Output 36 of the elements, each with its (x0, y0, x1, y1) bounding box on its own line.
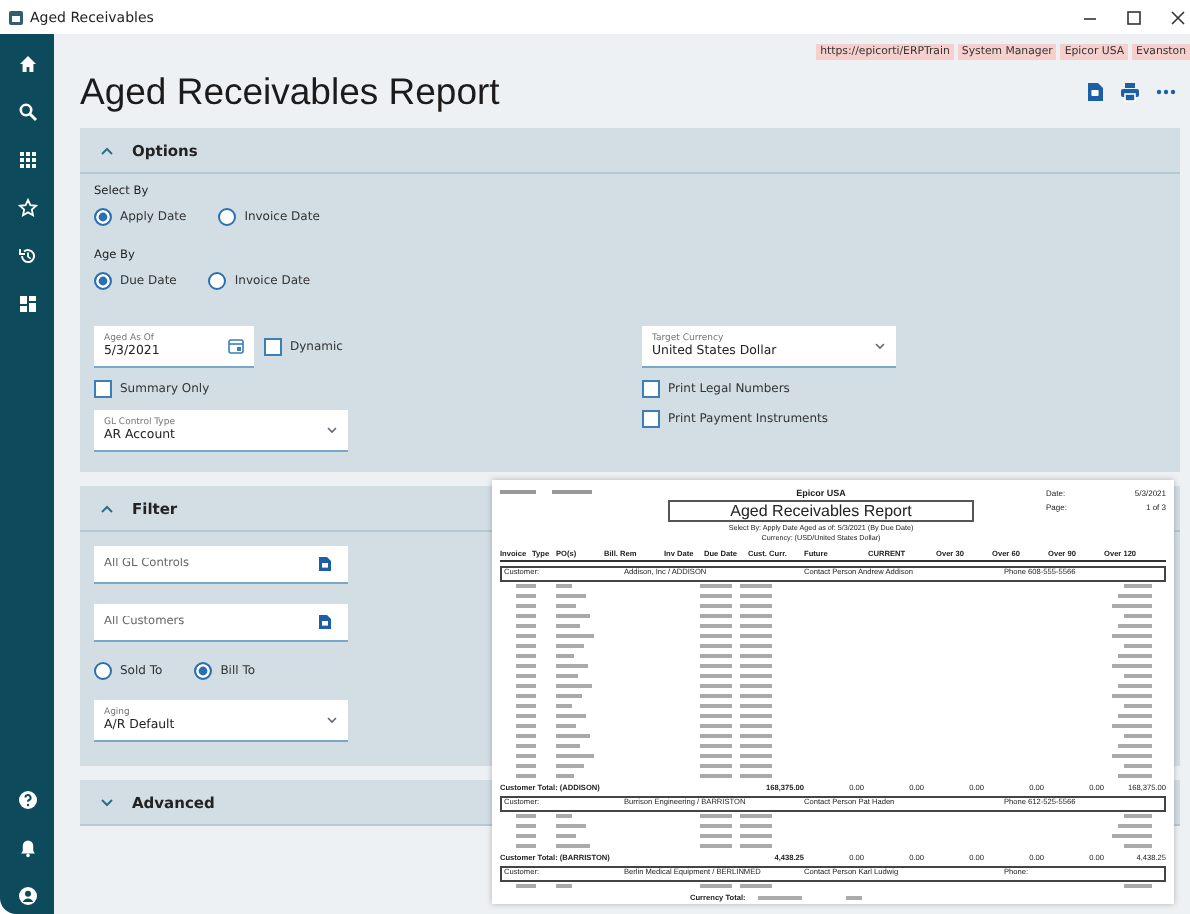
chevron-down-icon (326, 426, 338, 434)
app-icon (8, 9, 24, 25)
grid-icon[interactable] (17, 150, 37, 170)
calendar-icon (228, 338, 244, 354)
bell-icon[interactable] (17, 838, 37, 858)
search-icon[interactable] (17, 102, 37, 122)
checkbox[interactable] (94, 380, 112, 398)
report-user-drawing (500, 488, 596, 496)
home-icon[interactable] (17, 54, 37, 74)
maximize-icon[interactable] (1126, 9, 1142, 25)
chevron-down-icon (874, 342, 886, 350)
report-title: Aged Receivables Report (668, 500, 974, 522)
star-icon[interactable] (17, 198, 37, 218)
history-icon[interactable] (17, 246, 37, 266)
checkbox[interactable] (642, 410, 660, 428)
collapse-icon (100, 145, 114, 155)
radio-button[interactable] (94, 662, 112, 680)
document-icon[interactable] (318, 614, 332, 630)
expand-icon (100, 797, 114, 807)
collapse-icon (100, 503, 114, 513)
radio-button[interactable] (94, 272, 112, 290)
checkbox[interactable] (642, 380, 660, 398)
user-icon[interactable] (17, 886, 37, 906)
document-icon[interactable] (1086, 82, 1104, 102)
document-icon[interactable] (318, 556, 332, 572)
radio-button[interactable] (94, 208, 112, 226)
radio-button[interactable] (194, 662, 213, 680)
chevron-down-icon (326, 716, 338, 724)
print-icon[interactable] (1120, 82, 1140, 102)
checkbox[interactable] (264, 338, 282, 356)
radio-button[interactable] (208, 272, 227, 290)
radio-button[interactable] (218, 208, 237, 226)
close-icon[interactable] (1170, 9, 1186, 25)
help-icon[interactable] (17, 790, 37, 810)
page-title: Aged Receivables Report (80, 70, 500, 114)
dashboard-icon[interactable] (17, 294, 37, 314)
